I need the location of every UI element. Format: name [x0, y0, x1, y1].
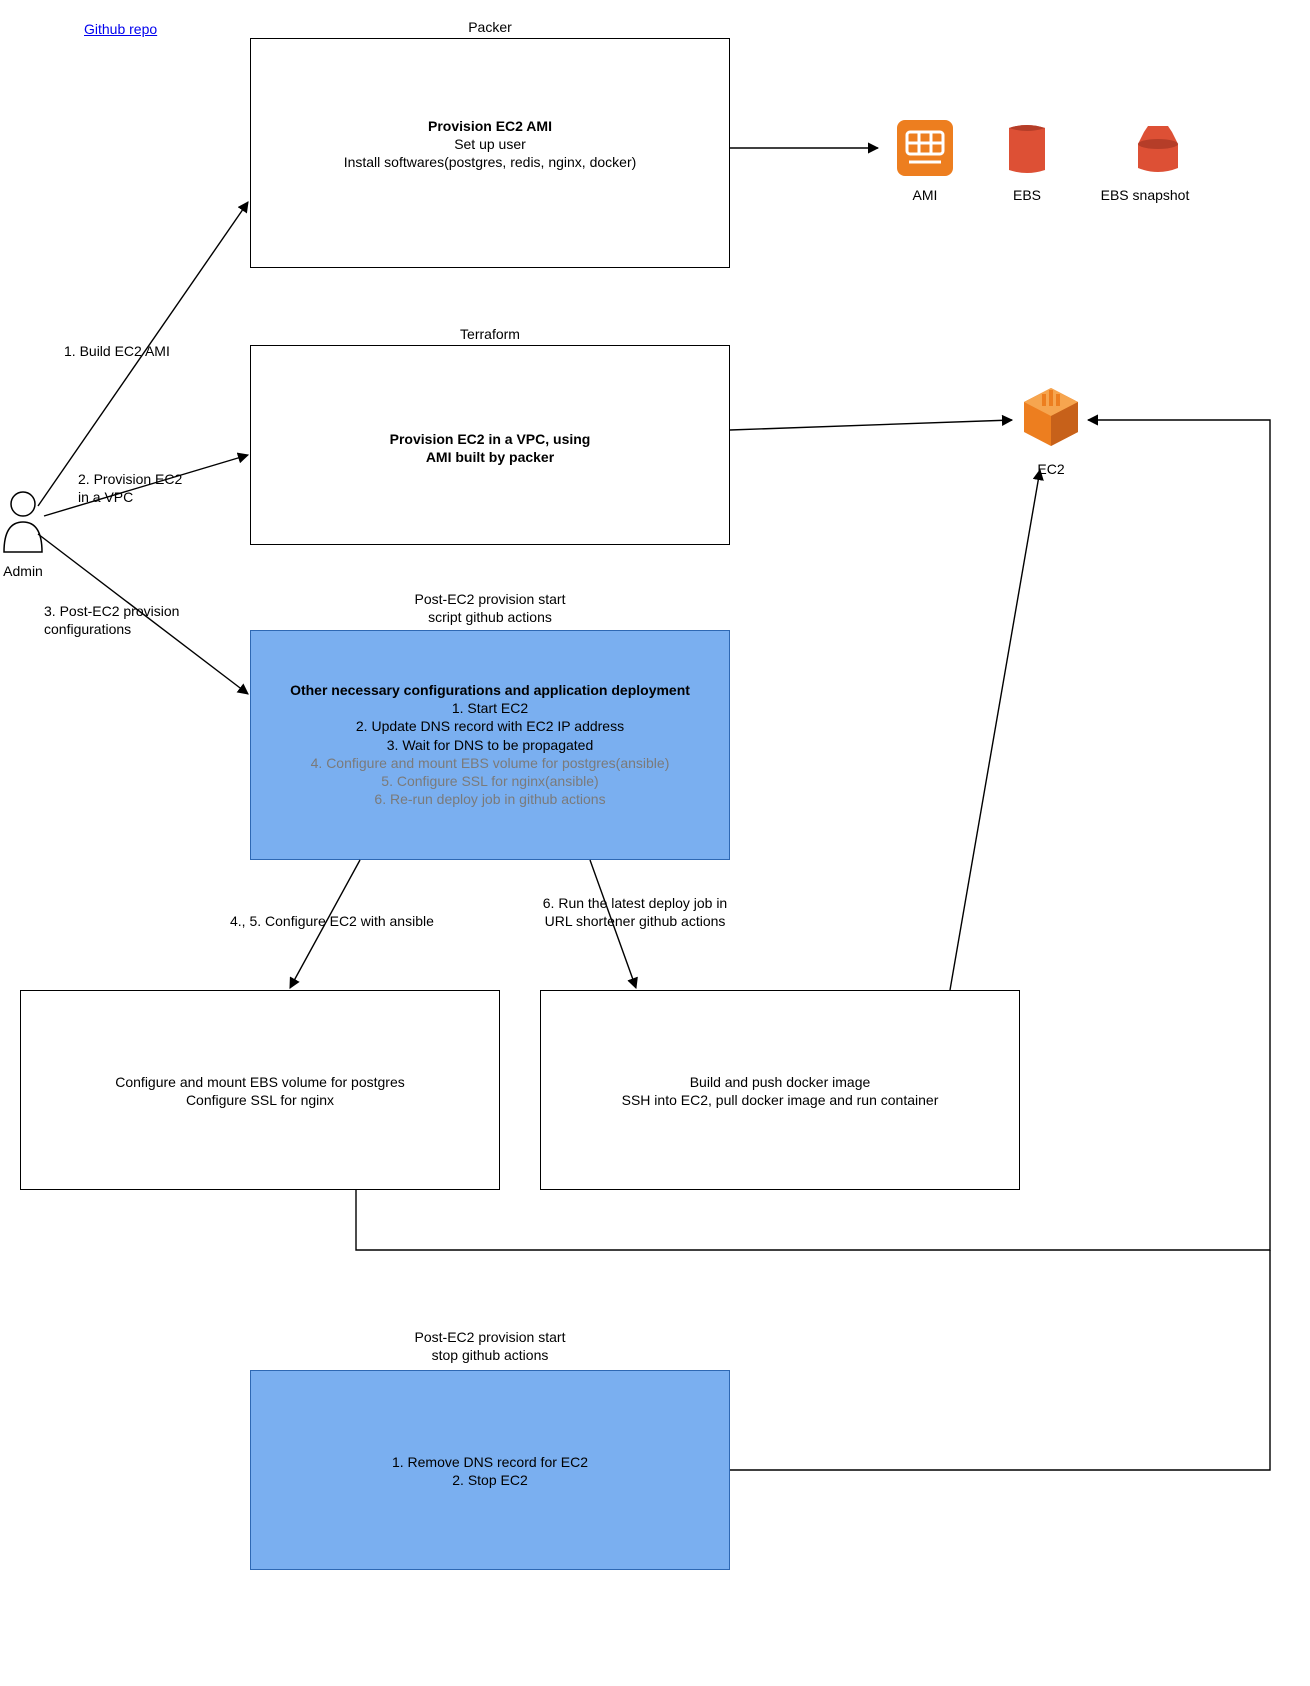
packer-line2: Install softwares(postgres, redis, nginx…: [251, 153, 729, 171]
start-s2: 2. Update DNS record with EC2 IP address: [251, 717, 729, 735]
admin-label: Admin: [0, 563, 46, 579]
ami-icon: AMI: [890, 118, 960, 203]
stop-l2: 2. Stop EC2: [251, 1471, 729, 1489]
ansible-l1: Configure and mount EBS volume for postg…: [21, 1073, 499, 1091]
edge-45-label: 4., 5. Configure EC2 with ansible: [230, 912, 490, 930]
edge-6-label-l1: 6. Run the latest deploy job in: [510, 894, 760, 912]
ebs-snapshot-caption: EBS snapshot: [1090, 187, 1200, 203]
start-header-l1: Post-EC2 provision start: [250, 590, 730, 608]
start-title: Other necessary configurations and appli…: [251, 681, 729, 699]
start-box: Other necessary configurations and appli…: [250, 630, 730, 860]
edge-1-label: 1. Build EC2 AMI: [64, 342, 204, 360]
packer-title: Provision EC2 AMI: [251, 117, 729, 135]
start-s1: 1. Start EC2: [251, 699, 729, 717]
ansible-l2: Configure SSL for nginx: [21, 1091, 499, 1109]
edge-3-label-l2: configurations: [44, 620, 224, 638]
stop-l1: 1. Remove DNS record for EC2: [251, 1453, 729, 1471]
terraform-title-l2: AMI built by packer: [251, 448, 729, 466]
ec2-icon: EC2: [1016, 382, 1086, 477]
admin-actor: Admin: [0, 490, 46, 579]
start-s6: 6. Re-run deploy job in github actions: [251, 790, 729, 808]
deploy-l2: SSH into EC2, pull docker image and run …: [541, 1091, 1019, 1109]
start-header-l2: script github actions: [250, 608, 730, 626]
terraform-box: Provision EC2 in a VPC, using AMI built …: [250, 345, 730, 545]
stop-header-l1: Post-EC2 provision start: [250, 1328, 730, 1346]
ebs-caption: EBS: [992, 187, 1062, 203]
stop-box: 1. Remove DNS record for EC2 2. Stop EC2: [250, 1370, 730, 1570]
ansible-box: Configure and mount EBS volume for postg…: [20, 990, 500, 1190]
start-s5: 5. Configure SSL for nginx(ansible): [251, 772, 729, 790]
ami-caption: AMI: [890, 187, 960, 203]
stop-header-l2: stop github actions: [250, 1346, 730, 1364]
ebs-icon: EBS: [992, 118, 1062, 203]
ebs-snapshot-icon: EBS snapshot: [1090, 118, 1200, 203]
deploy-box: Build and push docker image SSH into EC2…: [540, 990, 1020, 1190]
edge-2-label-l1: 2. Provision EC2: [78, 470, 228, 488]
terraform-title-l1: Provision EC2 in a VPC, using: [251, 430, 729, 448]
start-s4: 4. Configure and mount EBS volume for po…: [251, 754, 729, 772]
edge-6-label-l2: URL shortener github actions: [510, 912, 760, 930]
packer-box: Provision EC2 AMI Set up user Install so…: [250, 38, 730, 268]
packer-line1: Set up user: [251, 135, 729, 153]
packer-header: Packer: [250, 18, 730, 36]
edge-2-label-l2: in a VPC: [78, 488, 228, 506]
start-s3: 3. Wait for DNS to be propagated: [251, 736, 729, 754]
deploy-l1: Build and push docker image: [541, 1073, 1019, 1091]
github-repo-link[interactable]: Github repo: [84, 20, 174, 38]
terraform-header: Terraform: [250, 325, 730, 343]
ec2-caption: EC2: [1016, 461, 1086, 477]
edge-3-label-l1: 3. Post-EC2 provision: [44, 602, 224, 620]
